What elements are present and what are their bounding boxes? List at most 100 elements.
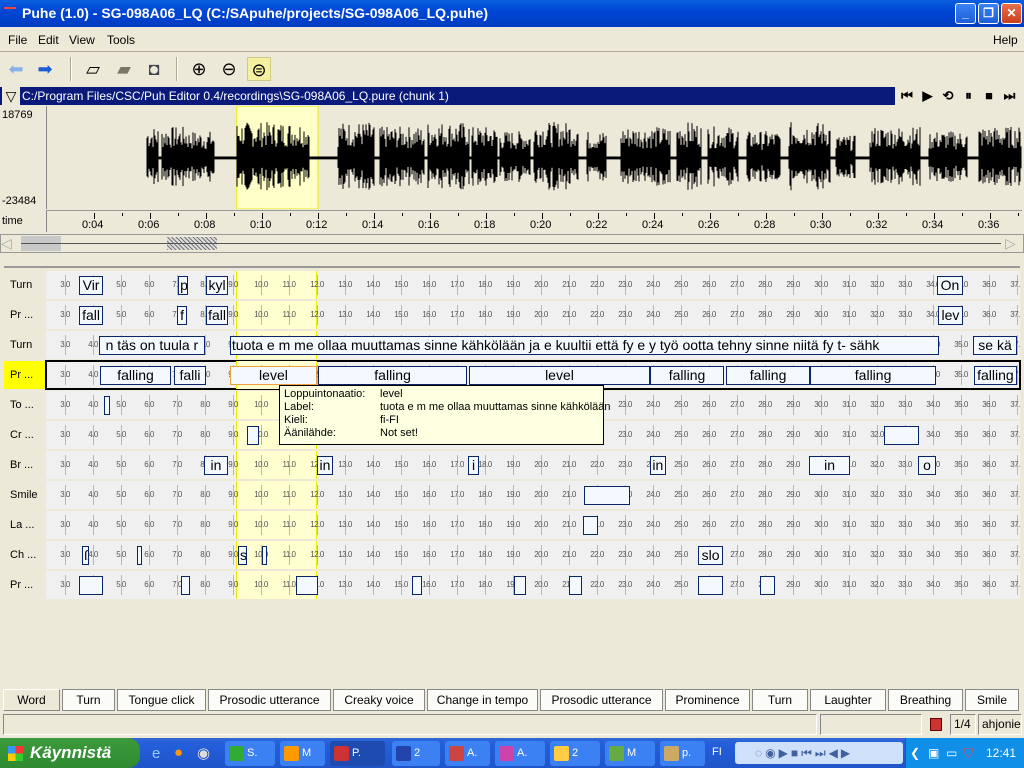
tier-track[interactable]: 3.04.05.06.07.08.09.010.011.012.013.014.… [46, 451, 1020, 479]
tier-label[interactable]: La ... [4, 511, 46, 539]
annotation-segment[interactable] [136, 546, 142, 565]
tier-track[interactable]: 3.04.05.06.07.08.09.010.011.012.013.014.… [46, 511, 1020, 539]
start-button[interactable]: Käynnistä [0, 738, 140, 768]
tier-label[interactable]: Pr ... [4, 301, 46, 329]
annotation-segment[interactable]: falling [973, 366, 1017, 385]
zoom-out-icon[interactable]: ⊖ [217, 57, 241, 81]
tab-breathing[interactable]: Breathing [888, 689, 963, 711]
security-shield-icon[interactable]: ⛉ [964, 738, 973, 768]
media-player-icon[interactable]: ◉ [197, 744, 210, 762]
annotation-segment[interactable] [884, 426, 919, 445]
annotation-segment[interactable]: o [917, 456, 937, 475]
scroll-left-arrow-icon[interactable]: ◁ [1, 235, 19, 252]
annotation-segment[interactable]: lev [938, 306, 963, 325]
scroll-right-arrow-icon[interactable]: ▷ [1005, 235, 1023, 252]
ie-icon[interactable]: e [152, 745, 160, 762]
tab-prosodic-utterance[interactable]: Prosodic utterance [540, 689, 663, 711]
tier-track[interactable]: 3.04.05.06.07.08.09.010.011.012.013.014.… [46, 541, 1020, 569]
close-button[interactable]: ✕ [1001, 3, 1022, 24]
annotation-segment[interactable]: fall [79, 306, 104, 325]
tier-label[interactable]: Turn [4, 331, 46, 359]
tier-label[interactable]: To ... [4, 391, 46, 419]
tab-tongue-click[interactable]: Tongue click [117, 689, 206, 711]
annotation-segment[interactable] [759, 576, 776, 595]
annotation-segment[interactable]: level [229, 366, 317, 385]
media-toolbar[interactable]: ◌◉▶■⏮⏭◀▶ [735, 742, 903, 764]
tab-prosodic-utterance[interactable]: Prosodic utterance [208, 689, 331, 711]
tier-row[interactable]: Turn3.04.05.06.07.08.09.010.011.012.013.… [4, 271, 1020, 299]
tier-track[interactable]: 3.04.05.06.07.08.09.010.011.012.013.014.… [46, 301, 1020, 329]
annotation-segment[interactable]: falling [318, 366, 468, 385]
annotation-segment[interactable] [411, 576, 422, 595]
tier-label[interactable]: Pr ... [4, 571, 46, 599]
annotation-segment[interactable] [583, 516, 599, 535]
menu-file[interactable]: File [8, 33, 27, 47]
taskbar-button[interactable]: M [605, 741, 655, 766]
tier-row[interactable]: Ch ... 3.0 4.0 5.0 6.0 7.0 8.0 9.0 10.0 11.0 12.0 1… [4, 541, 1020, 569]
tier-label[interactable]: Cr ... [4, 421, 46, 449]
zoom-fit-icon[interactable]: ⊜ [247, 57, 271, 81]
restore-button[interactable]: ❐ [978, 3, 999, 24]
tab-creaky-voice[interactable]: Creaky voice [333, 689, 425, 711]
annotation-segment[interactable] [247, 426, 260, 445]
annotation-segment[interactable] [79, 576, 104, 595]
annotation-segment[interactable] [698, 576, 723, 595]
annotation-segment[interactable]: falli [173, 366, 207, 385]
loop-play-icon[interactable]: ⟲ [939, 87, 957, 105]
waveform[interactable] [46, 106, 1022, 209]
taskbar-button[interactable]: A. [495, 741, 545, 766]
tier-row[interactable]: Turn3.04.05.06.07.08.09.010.011.012.013.… [4, 331, 1020, 359]
firefox-icon[interactable]: ● [174, 744, 183, 761]
taskbar-button[interactable]: p. [660, 741, 705, 766]
forward-arrow-icon[interactable]: ➡ [33, 57, 57, 81]
taskbar-button[interactable]: M [280, 741, 325, 766]
tier-track[interactable]: 3.04.05.06.07.08.09.010.011.012.013.014.… [46, 481, 1020, 509]
tab-smile[interactable]: Smile [965, 689, 1019, 711]
taskbar-button[interactable]: P. [330, 741, 385, 766]
tab-change-in-tempo[interactable]: Change in tempo [427, 689, 538, 711]
tier-row[interactable]: Pr ...3.04.05.06.07.08.09.010.011.012.01… [4, 301, 1020, 329]
minimize-button[interactable]: _ [955, 3, 976, 24]
menu-tools[interactable]: Tools [107, 33, 135, 47]
tray-expand-icon[interactable]: ❮ [910, 738, 920, 768]
annotation-segment[interactable]: s [238, 546, 247, 565]
tier-row[interactable]: Pr ...3.04.05.06.07.08.09.010.011.012.01… [4, 571, 1020, 599]
display-icon[interactable]: ▭ [946, 738, 957, 768]
annotation-segment[interactable] [584, 486, 631, 505]
annotation-segment[interactable] [103, 396, 111, 415]
open-folder-icon[interactable]: ▰ [112, 57, 136, 81]
zoom-in-icon[interactable]: ⊕ [187, 57, 211, 81]
tier-label[interactable]: Smile [4, 481, 46, 509]
tab-laughter[interactable]: Laughter [810, 689, 886, 711]
annotation-segment[interactable]: i [467, 456, 480, 475]
annotation-segment[interactable]: in [317, 456, 333, 475]
clock[interactable]: 12:41 [986, 738, 1016, 768]
language-indicator[interactable]: FI [712, 746, 722, 758]
tier-label[interactable]: Turn [4, 271, 46, 299]
skip-end-icon[interactable]: ⏭ [1001, 87, 1019, 105]
annotation-segment[interactable]: n täs on tuula r [98, 336, 205, 355]
tier-row[interactable]: La ... 3.0 4.0 5.0 6.0 7.0 8.0 9.0 10.0 11.0 12.0 1… [4, 511, 1020, 539]
annotation-segment[interactable]: in [649, 456, 666, 475]
tier-track[interactable]: 3.04.05.06.07.08.09.010.011.012.013.014.… [46, 571, 1020, 599]
tab-word[interactable]: Word [3, 689, 60, 711]
annotation-segment[interactable]: falling [100, 366, 172, 385]
tier-track[interactable]: 3.04.05.06.07.08.09.010.011.012.013.014.… [46, 331, 1020, 359]
tab-turn[interactable]: Turn [62, 689, 115, 711]
annotation-segment[interactable] [514, 576, 526, 595]
annotation-segment[interactable]: Vir [79, 276, 104, 295]
annotation-segment[interactable]: falling [649, 366, 725, 385]
annotation-segment[interactable]: ß [82, 546, 90, 565]
tier-label[interactable]: Pr ... [4, 361, 46, 389]
tier-row[interactable]: Smile 3.0 4.0 5.0 6.0 7.0 8.0 9.0 10.0 11.0 12.0 13… [4, 481, 1020, 509]
tab-prominence[interactable]: Prominence [665, 689, 750, 711]
new-file-icon[interactable]: ▱ [81, 57, 105, 81]
pause-icon[interactable]: ⏸ [960, 87, 978, 105]
annotation-segment[interactable]: se kä [973, 336, 1017, 355]
taskbar-button[interactable]: A. [445, 741, 490, 766]
annotation-segment[interactable]: fall [206, 306, 228, 325]
annotation-segment[interactable]: in [808, 456, 851, 475]
annotation-segment[interactable]: p [178, 276, 188, 295]
back-arrow-icon[interactable]: ⬅ [4, 57, 28, 81]
tier-track[interactable]: 3.04.05.06.07.08.09.010.011.012.013.014.… [46, 271, 1020, 299]
